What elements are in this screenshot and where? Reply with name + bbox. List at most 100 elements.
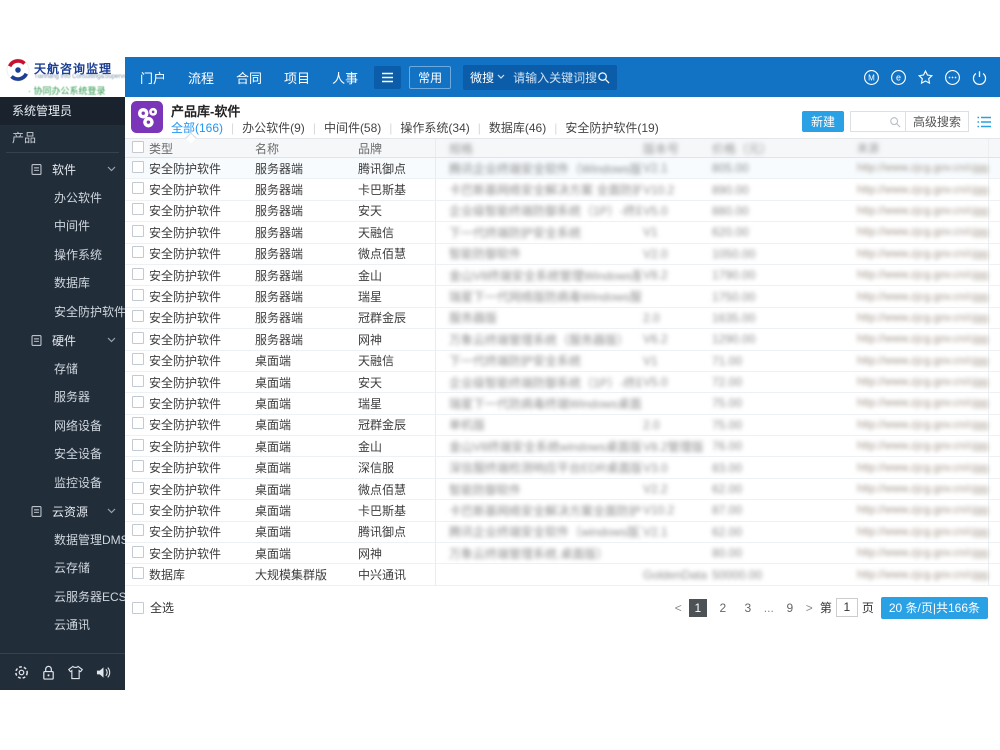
jump-page-input[interactable]: 1 xyxy=(835,598,858,618)
search-icon[interactable] xyxy=(597,71,610,84)
tab-3[interactable]: 操作系统(34) xyxy=(400,119,469,136)
table-row[interactable]: 安全防护软件 服务器端 瑞星瑞星下一代网络版防病毒Windows服务器 1750.00… xyxy=(125,286,1000,308)
sidebar-group-1[interactable]: 硬件 xyxy=(0,326,125,355)
sound-icon[interactable] xyxy=(95,665,112,680)
row-checkbox[interactable] xyxy=(132,502,144,515)
cell-price-blurred: 75.00 xyxy=(712,417,743,432)
tab-0[interactable]: 全部(166) xyxy=(171,119,223,136)
tab-1[interactable]: 办公软件(9) xyxy=(242,119,305,136)
pagination-prev[interactable]: < xyxy=(675,601,682,615)
row-checkbox[interactable] xyxy=(132,203,144,216)
sidebar-item[interactable]: 数据管理DMS xyxy=(0,526,129,555)
row-checkbox[interactable] xyxy=(132,374,144,387)
page-size-info[interactable]: 20 条/页|共166条 xyxy=(880,596,988,619)
pagination-next[interactable]: > xyxy=(806,601,813,615)
row-checkbox[interactable] xyxy=(132,438,144,451)
favorite-icon[interactable] xyxy=(917,69,934,86)
table-row[interactable]: 安全防护软件 桌面端 网神 万象云终端管理系统.桌面版） 80.00 http://www… xyxy=(125,543,1000,565)
select-all-checkbox[interactable] xyxy=(132,601,144,614)
table-row[interactable]: 安全防护软件 服务器端 微点佰慧 智能防御软件 V2.0 1050.00 http://ww… xyxy=(125,243,1000,265)
more-icon[interactable] xyxy=(944,69,961,86)
theme-icon[interactable] xyxy=(67,665,84,680)
table-row[interactable]: 安全防护软件 桌面端 冠群金辰 单机版 2.0 75.00 http://www.zjcg.… xyxy=(125,414,1000,437)
table-row[interactable]: 安全防护软件 桌面端 金山 金山V8终端安全系统windows桌面版 V8.2管理版 76… xyxy=(125,436,1000,458)
row-checkbox[interactable] xyxy=(132,481,144,494)
power-icon[interactable] xyxy=(971,69,988,86)
sidebar-item[interactable]: 办公软件 xyxy=(0,184,125,213)
nav-item-3[interactable]: 项目 xyxy=(284,68,310,87)
table-row[interactable]: 安全防护软件 桌面端 腾讯御点腾讯企业终端安全软件（windows版）/ V2.1）… xyxy=(125,521,1000,544)
table-row[interactable]: 安全防护软件 桌面端 安天 企业级智能终端防御系统（1P）-终端 V5.0 72.00 ht… xyxy=(125,371,1000,394)
table-row[interactable]: 安全防护软件 服务器端 金山金山V8终端安全系统管理Windows服务器版V8.2 1… xyxy=(125,264,1000,287)
row-checkbox[interactable] xyxy=(132,567,144,580)
advanced-search-button[interactable]: 高级搜索 xyxy=(904,111,969,132)
list-view-icon[interactable] xyxy=(977,116,992,128)
row-checkbox[interactable] xyxy=(132,289,144,302)
sidebar-item[interactable]: 存储 xyxy=(0,355,125,384)
apps-menu-button[interactable] xyxy=(374,65,402,89)
pagination-page-9[interactable]: 9 xyxy=(781,599,799,617)
header-checkbox[interactable] xyxy=(132,140,144,153)
tab-4[interactable]: 数据库(46) xyxy=(489,119,546,136)
frequently-used-button[interactable]: 常用 xyxy=(409,65,452,89)
sidebar-item[interactable]: 安全防护软件 xyxy=(0,298,126,327)
row-checkbox[interactable] xyxy=(132,310,144,323)
sidebar-section-product[interactable]: 产品 xyxy=(0,125,125,152)
row-checkbox[interactable] xyxy=(132,224,144,237)
sidebar-item[interactable]: 安全设备 xyxy=(0,440,125,469)
sidebar-item[interactable]: 中间件 xyxy=(0,212,125,241)
sidebar-item[interactable]: 监控设备 xyxy=(0,469,125,498)
lock-icon[interactable] xyxy=(41,664,56,681)
message-icon[interactable]: e xyxy=(890,69,907,86)
new-button[interactable]: 新建 xyxy=(801,111,844,132)
sidebar-item[interactable]: 操作系统 xyxy=(0,241,125,270)
pagination-page-1[interactable]: 1 xyxy=(688,598,707,617)
global-search-input[interactable]: 请输入关键词搜 xyxy=(513,69,597,86)
sidebar-item[interactable]: 网络设备 xyxy=(0,412,125,441)
row-checkbox[interactable] xyxy=(132,182,144,195)
row-checkbox[interactable] xyxy=(132,460,144,473)
settings-icon[interactable] xyxy=(13,664,30,681)
sidebar-item[interactable]: 云通讯 xyxy=(0,611,125,640)
table-search-input[interactable] xyxy=(849,111,905,132)
table-row[interactable]: 安全防护软件 桌面端 深信服 深信服终端检测响应平台EDR桌面版 V3.0 83.00 ht… xyxy=(125,457,1000,479)
search-scope-dropdown[interactable]: 微搜 xyxy=(470,69,505,86)
row-checkbox[interactable] xyxy=(132,524,144,537)
table-row[interactable]: 安全防护软件 服务器端 天融信 下一代终端防护安全系统 V1 620.00 http://w… xyxy=(125,222,1000,244)
row-checkbox[interactable] xyxy=(132,353,144,366)
m-badge-icon[interactable]: M xyxy=(863,69,880,86)
table-row[interactable]: 安全防护软件 服务器端 卡巴斯基卡巴斯基网络安全解决方案 全面防护版...V10.2… xyxy=(125,179,1000,201)
sidebar-item[interactable]: 云服务器ECS xyxy=(0,583,127,612)
sidebar-item[interactable]: 数据库 xyxy=(0,269,125,298)
table-row[interactable]: 安全防护软件 桌面端 微点佰慧 智能防御软件 V2.2 62.00 http://www.z… xyxy=(125,478,1000,501)
nav-item-0[interactable]: 门户 xyxy=(140,68,166,87)
sidebar-group-0[interactable]: 软件 xyxy=(0,155,125,184)
row-end-cell xyxy=(988,436,1000,457)
row-checkbox[interactable] xyxy=(132,395,144,408)
table-row[interactable]: 安全防护软件 服务器端 网神 万象云终端管理系统（服务器版） V6.2 1290.00 ht… xyxy=(125,329,1000,351)
pagination-page-3[interactable]: 3 xyxy=(739,599,757,617)
tab-5[interactable]: 安全防护软件(19) xyxy=(565,119,658,136)
nav-item-2[interactable]: 合同 xyxy=(236,68,262,87)
nav-item-1[interactable]: 流程 xyxy=(188,68,214,87)
row-checkbox[interactable] xyxy=(132,545,144,558)
table-row[interactable]: 安全防护软件 服务器端 冠群金辰 服务器版 2.0 1635.00 http://www.z… xyxy=(125,307,1000,330)
sidebar-group-2[interactable]: 云资源 xyxy=(0,497,125,526)
row-checkbox[interactable] xyxy=(132,160,144,173)
table-row[interactable]: 安全防护软件 桌面端 天融信 下一代终端防护安全系统 V1 71.00 http://www… xyxy=(125,350,1000,372)
table-row[interactable]: 安全防护软件 服务器端 腾讯御点 腾讯企业终端安全软件（Windows版） V2.1 80… xyxy=(125,158,1000,180)
table-row[interactable]: 安全防护软件 桌面端 瑞星 瑞星下一代防病毒终端Windows桌面版 75.00 http… xyxy=(125,393,1000,415)
row-checkbox[interactable] xyxy=(132,417,144,430)
row-checkbox[interactable] xyxy=(132,267,144,280)
pagination-page-2[interactable]: 2 xyxy=(714,599,732,617)
row-checkbox[interactable] xyxy=(132,331,144,344)
sidebar-item[interactable]: 云存储 xyxy=(0,554,125,583)
tab-2[interactable]: 中间件(58) xyxy=(324,119,381,136)
table-row[interactable]: 安全防护软件 服务器端 安天 企业级智能终端防御系统（1P）-终端 V5.0 880.00… xyxy=(125,200,1000,223)
nav-item-4[interactable]: 人事 xyxy=(332,68,358,87)
login-link[interactable]: · 协同办公系统登录 xyxy=(28,84,106,97)
table-row[interactable]: 数据库 大规模集群版 中兴通讯 GoldenData s...50000.00 http… xyxy=(125,564,1000,586)
row-checkbox[interactable] xyxy=(132,246,144,259)
sidebar-item[interactable]: 服务器 xyxy=(0,383,125,412)
table-row[interactable]: 安全防护软件 桌面端 卡巴斯基卡巴斯基网络安全解决方案全面防护版（KES）- KES… xyxy=(125,500,1000,522)
